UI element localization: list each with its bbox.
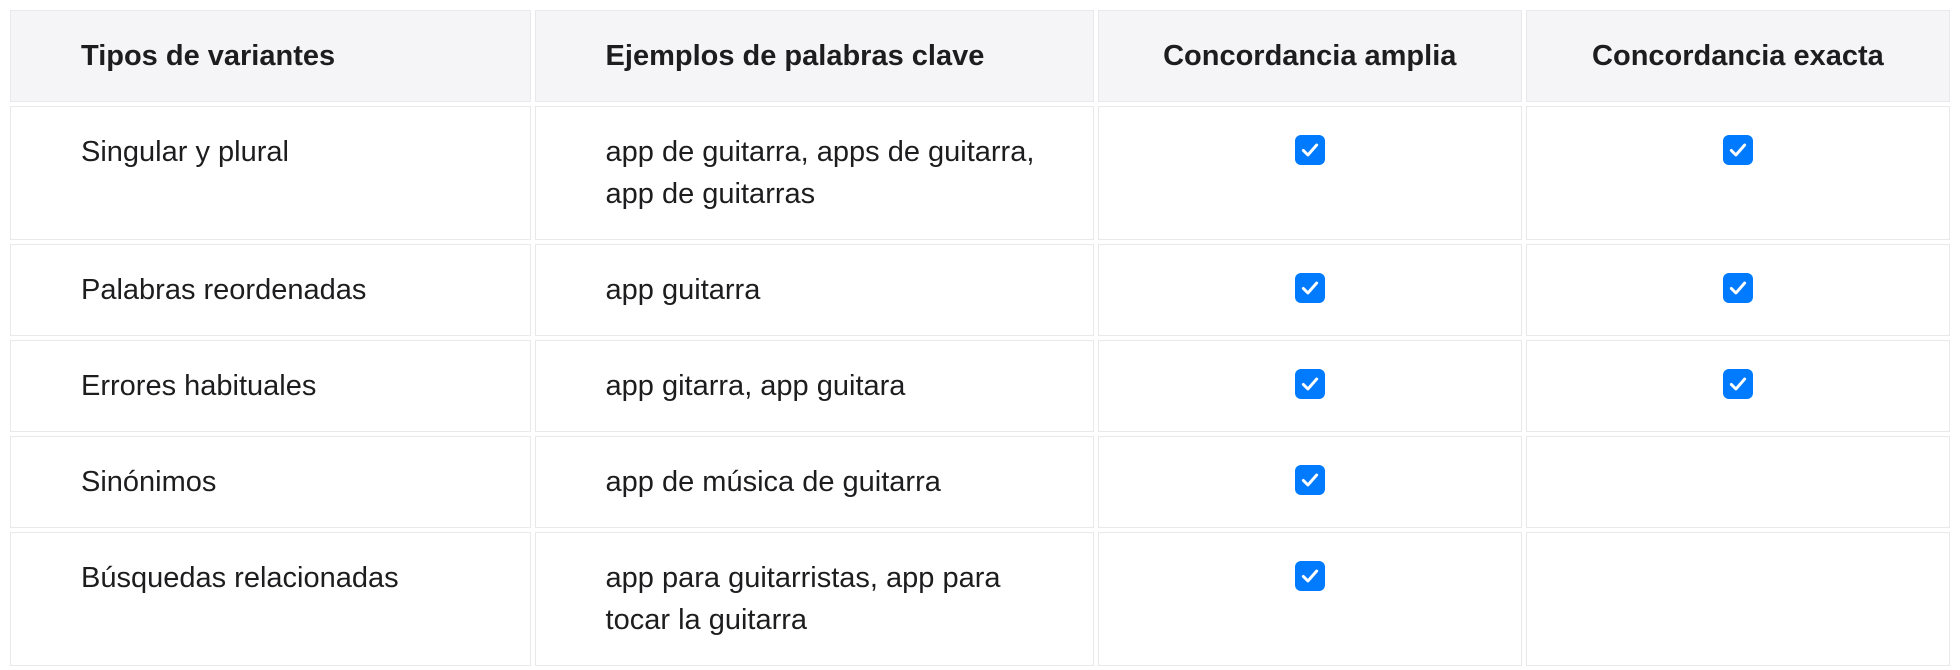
check-icon [1295,273,1325,303]
header-broad-match: Concordancia amplia [1098,10,1522,102]
variants-table: Tipos de variantes Ejemplos de palabras … [6,6,1954,670]
table-header-row: Tipos de variantes Ejemplos de palabras … [10,10,1950,102]
table-row: Búsquedas relacionadasapp para guitarris… [10,532,1950,666]
check-icon [1295,561,1325,591]
table-body: Singular y pluralapp de guitarra, apps d… [10,106,1950,666]
cell-broad-match [1098,340,1522,432]
header-variant-types: Tipos de variantes [10,10,531,102]
cell-exact-match [1526,106,1950,240]
cell-variant-type: Singular y plural [10,106,531,240]
cell-exact-match [1526,340,1950,432]
cell-keyword-example: app gitarra, app guitara [535,340,1094,432]
cell-exact-match [1526,532,1950,666]
table-row: Errores habitualesapp gitarra, app guita… [10,340,1950,432]
cell-broad-match [1098,436,1522,528]
header-keyword-examples: Ejemplos de palabras clave [535,10,1094,102]
cell-exact-match [1526,244,1950,336]
cell-broad-match [1098,532,1522,666]
check-icon [1295,369,1325,399]
cell-exact-match [1526,436,1950,528]
check-icon [1295,465,1325,495]
table-row: Singular y pluralapp de guitarra, apps d… [10,106,1950,240]
cell-keyword-example: app de guitarra, apps de guitarra, app d… [535,106,1094,240]
cell-broad-match [1098,106,1522,240]
cell-keyword-example: app guitarra [535,244,1094,336]
cell-variant-type: Errores habituales [10,340,531,432]
check-icon [1295,135,1325,165]
table-row: Sinónimosapp de música de guitarra [10,436,1950,528]
header-exact-match: Concordancia exacta [1526,10,1950,102]
table-row: Palabras reordenadasapp guitarra [10,244,1950,336]
check-icon [1723,369,1753,399]
cell-variant-type: Búsquedas relacionadas [10,532,531,666]
cell-variant-type: Palabras reordenadas [10,244,531,336]
cell-keyword-example: app para guitarristas, app para tocar la… [535,532,1094,666]
cell-variant-type: Sinónimos [10,436,531,528]
cell-keyword-example: app de música de guitarra [535,436,1094,528]
cell-broad-match [1098,244,1522,336]
check-icon [1723,273,1753,303]
check-icon [1723,135,1753,165]
